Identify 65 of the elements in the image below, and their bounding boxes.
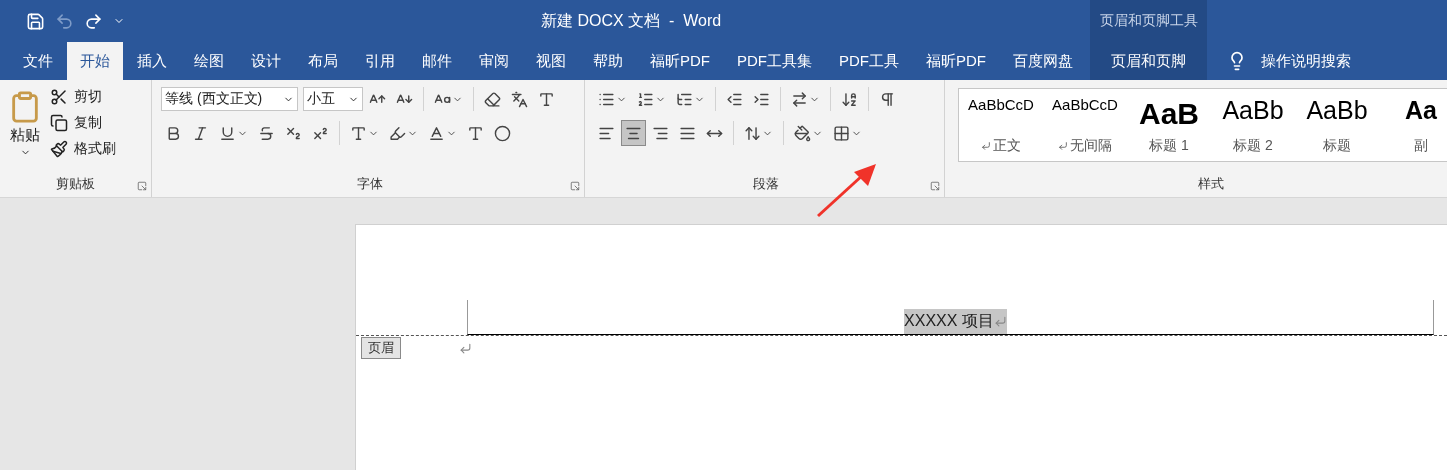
letter-icon [538, 90, 555, 108]
return-icon [981, 141, 991, 151]
group-label: 剪贴板 [56, 175, 95, 193]
scissors-icon [50, 88, 68, 106]
ribbon-tab[interactable]: 插入 [124, 42, 180, 80]
ribbon-tab[interactable]: 福昕PDF [637, 42, 723, 80]
group-label: 样式 [1198, 175, 1224, 193]
window-title: 新建 DOCX 文档 - Word [541, 11, 722, 31]
ribbon-tab[interactable]: 绘图 [181, 42, 237, 80]
ribbon-tab[interactable]: 页眉和页脚 [1090, 42, 1207, 80]
tell-me-search[interactable]: 操作说明搜索 [1207, 42, 1447, 80]
ribbon-tab[interactable]: PDF工具集 [724, 42, 825, 80]
copy-icon [50, 114, 68, 132]
sort-icon [841, 90, 858, 108]
languages-icon [511, 90, 528, 108]
ribbon-tab[interactable]: PDF工具 [826, 42, 912, 80]
copy-button[interactable]: 复制 [48, 112, 118, 134]
grid-icon [833, 124, 850, 142]
return-icon [1058, 141, 1068, 151]
letter-icon [350, 124, 367, 142]
paste-button[interactable]: 粘贴 [6, 86, 44, 175]
ribbon-tab[interactable]: 帮助 [580, 42, 636, 80]
circle-icon [494, 124, 511, 142]
ribbon-tab[interactable]: 百度网盘 [1000, 42, 1086, 80]
group-label: 段落 [753, 175, 779, 193]
dialog-launcher-icon[interactable] [570, 181, 580, 191]
annotation-arrow [817, 164, 876, 218]
letter-icon [467, 124, 484, 142]
ribbon-tab[interactable]: 邮件 [409, 42, 465, 80]
format-painter-button[interactable]: 格式刷 [48, 138, 118, 160]
header-tag: 页眉 [361, 337, 401, 359]
header-text: XXXXX 项目 [904, 309, 1007, 334]
pilcrow-icon [879, 90, 896, 108]
ribbon-tab[interactable]: 布局 [295, 42, 351, 80]
paint-bucket-icon [794, 124, 811, 142]
arrows-icon [791, 90, 808, 108]
ribbon-tab[interactable]: 福昕PDF [913, 42, 999, 80]
ribbon-tab[interactable]: 开始 [67, 42, 123, 80]
alignment-button[interactable] [621, 120, 646, 146]
underline-icon [219, 124, 236, 142]
redo-icon [84, 11, 103, 31]
ribbon-tab[interactable]: 文件 [10, 42, 66, 80]
dialog-launcher-icon[interactable] [137, 181, 147, 191]
eraser-icon [484, 90, 501, 108]
ribbon-tab[interactable]: 引用 [352, 42, 408, 80]
return-icon [459, 342, 472, 355]
font-name-dropdown[interactable]: 等线 (西文正文) [161, 87, 298, 111]
font-size-dropdown[interactable]: 小五 [303, 87, 363, 111]
numbered-list-icon [637, 90, 654, 108]
undo-icon [55, 11, 74, 31]
return-icon [993, 315, 1007, 328]
cut-button[interactable]: 剪切 [48, 86, 118, 108]
save-icon [26, 11, 45, 31]
baseline-icon [428, 124, 445, 142]
strikethrough-icon [258, 124, 275, 142]
italic-icon [192, 124, 209, 142]
paintbrush-icon [50, 140, 68, 158]
dialog-launcher-icon[interactable] [930, 181, 940, 191]
ribbon-tab[interactable]: 视图 [523, 42, 579, 80]
line-spacing-icon [744, 124, 761, 142]
contextual-tab-group-title: 页眉和页脚工具 [1090, 0, 1207, 42]
ribbon-tab[interactable]: 审阅 [466, 42, 522, 80]
highlighter-icon [389, 124, 406, 142]
group-label: 字体 [356, 175, 383, 193]
ribbon-tab[interactable]: 设计 [238, 42, 294, 80]
